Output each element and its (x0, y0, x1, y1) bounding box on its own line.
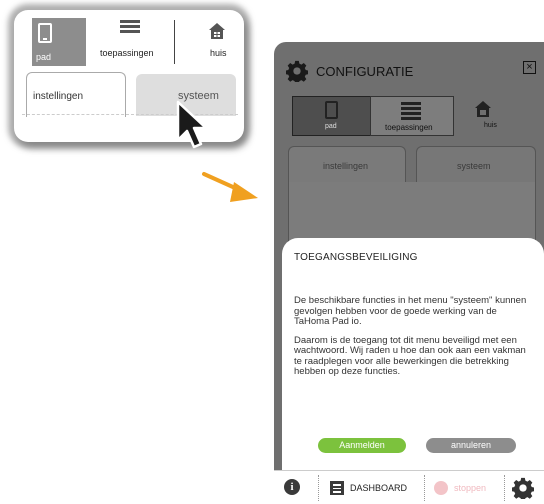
tab-home-label[interactable]: huis (484, 122, 497, 129)
configuration-window: CONFIGURATIE × pad toepassingen huis ins… (274, 42, 544, 504)
tab-pad[interactable]: pad (292, 96, 372, 136)
subtab-settings[interactable]: instellingen (288, 146, 406, 183)
subtab-system-label: systeem (457, 161, 491, 171)
tab-pad[interactable]: pad (32, 18, 86, 66)
subtab-settings-label: instellingen (323, 161, 369, 171)
gear-icon (286, 60, 308, 82)
dialog-body: De beschikbare functies in het menu "sys… (294, 295, 534, 386)
list-icon (401, 102, 421, 122)
tab-apps-label[interactable]: toepassingen (100, 48, 154, 58)
access-dialog: TOEGANGSBEVEILIGING De beschikbare funct… (282, 238, 544, 470)
stop-button: stoppen (454, 483, 487, 493)
tab-home-label[interactable]: huis (210, 48, 227, 58)
subtab-settings[interactable]: instellingen (26, 72, 126, 117)
house-icon[interactable] (474, 100, 492, 118)
login-button[interactable]: Aanmelden (318, 438, 406, 453)
dialog-paragraph: Daarom is de toegang tot dit menu beveil… (294, 334, 526, 377)
cursor-icon (176, 100, 208, 149)
list-icon (120, 20, 140, 38)
info-icon[interactable]: i (284, 479, 300, 495)
house-icon[interactable] (208, 22, 226, 40)
stop-icon (434, 481, 448, 495)
window-title: CONFIGURATIE (316, 64, 414, 79)
phone-icon (38, 23, 52, 43)
tab-apps-label: toepassingen (385, 123, 433, 132)
dialog-title: TOEGANGSBEVEILIGING (294, 252, 418, 263)
zoom-inset: pad toepassingen huis instellingen syste… (14, 10, 244, 142)
subtab-system[interactable]: systeem (416, 146, 536, 183)
arrow-icon (202, 172, 258, 202)
dashboard-button[interactable]: DASHBOARD (350, 483, 407, 493)
tab-pad-label: pad (36, 52, 52, 62)
divider (424, 475, 425, 501)
settings-gear-icon[interactable] (512, 477, 534, 499)
tab-apps[interactable]: toepassingen (370, 96, 454, 136)
top-tab-bar: pad toepassingen huis (292, 96, 522, 136)
bottom-bar: i DASHBOARD stoppen (274, 470, 544, 504)
subtab-settings-label: instellingen (33, 91, 84, 102)
divider (504, 475, 505, 501)
dialog-paragraph: De beschikbare functies in het menu "sys… (294, 295, 527, 327)
divider (174, 20, 175, 64)
tab-content (288, 182, 536, 242)
tab-pad-label: pad (325, 123, 337, 130)
phone-icon (325, 101, 338, 119)
close-button[interactable]: × (523, 61, 536, 74)
divider (318, 475, 319, 501)
cancel-button[interactable]: annuleren (426, 438, 516, 453)
dashboard-icon[interactable] (330, 481, 344, 495)
